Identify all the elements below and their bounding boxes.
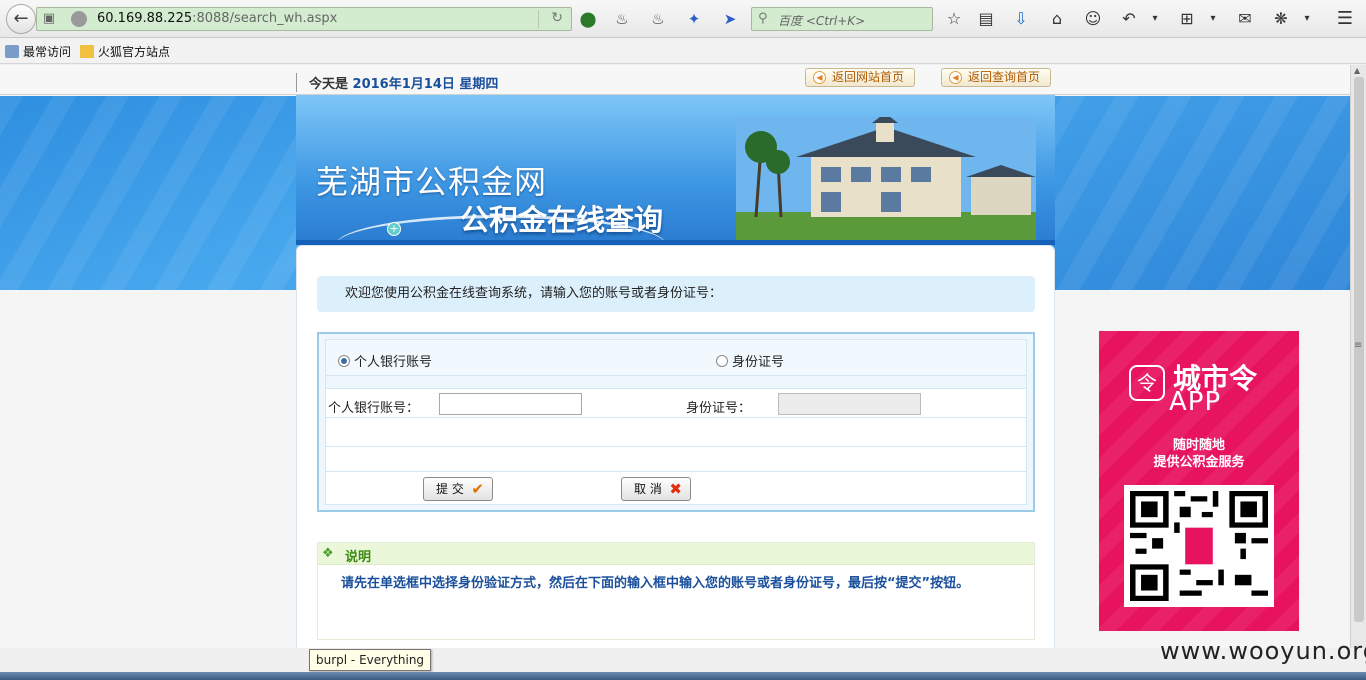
left-arrow-icon: ◀ — [949, 71, 962, 84]
plus-icon: + — [387, 222, 401, 236]
radio-bank-account[interactable]: 个人银行账号 — [338, 351, 432, 370]
vertical-scrollbar[interactable]: ▲ ≡ — [1350, 65, 1366, 648]
input-row: 个人银行账号： 身份证号： — [326, 390, 1026, 418]
speech-bubble-icon: ❖ — [322, 546, 334, 561]
search-placeholder: 百度 <Ctrl+K> — [778, 14, 866, 28]
cursor-extension-icon[interactable]: ➤ — [720, 9, 740, 29]
undo-dropdown-icon[interactable]: ▾ — [1144, 8, 1166, 30]
query-panel: 欢迎您使用公积金在线查询系统，请输入您的账号或者身份证号： 个人银行账号 身份证… — [296, 245, 1055, 648]
instructions-title: 说明 — [345, 550, 372, 565]
check-icon: ✔ — [471, 480, 484, 498]
shield-extension-icon[interactable]: ⬤ — [578, 9, 598, 29]
back-arrow-icon: ← — [13, 8, 29, 29]
folder-icon — [80, 45, 94, 58]
radio-selected-indicator[interactable] — [338, 355, 350, 367]
date-display: 今天是 2016年1月14日 星期四 — [296, 73, 498, 92]
welcome-message: 欢迎您使用公积金在线查询系统，请输入您的账号或者身份证号： — [317, 276, 1035, 312]
account-input[interactable] — [439, 393, 582, 415]
top-strip: 今天是 2016年1月14日 星期四 ◀ 返回网站首页 ◀ 返回查询首页 — [0, 65, 1350, 95]
query-form: 个人银行账号 身份证号 个人银行账号： 身份证号： 提 交 ✔ 取 消 ✖ — [317, 332, 1035, 512]
os-taskbar — [0, 672, 1366, 680]
bookmark-star-icon[interactable]: ☆ — [943, 8, 965, 30]
form-spacer-row — [326, 376, 1026, 389]
urlbar-separator — [538, 10, 539, 28]
app-promo-ad[interactable]: 令 城市令 APP 随时随地 提供公积金服务 — [1099, 331, 1299, 631]
chat-icon[interactable]: ☺ — [1082, 8, 1104, 30]
qr-code — [1124, 485, 1274, 607]
promo-app-label: APP — [1169, 387, 1222, 417]
watermark: www.wooyun.org — [1160, 637, 1366, 665]
account-label: 个人银行账号： — [328, 401, 420, 416]
palette-extension-icon[interactable]: ♨ — [612, 9, 632, 29]
bookmark-most-visited[interactable]: 最常访问 — [5, 43, 71, 60]
comment-icon[interactable]: ✉ — [1234, 8, 1256, 30]
back-to-site-home-button[interactable]: ◀ 返回网站首页 — [805, 68, 916, 87]
app-logo-icon: 令 — [1129, 365, 1165, 401]
cancel-button[interactable]: 取 消 ✖ — [621, 477, 691, 501]
bookmark-firefox-sites[interactable]: 火狐官方站点 — [80, 43, 170, 60]
undo-icon[interactable]: ↶ — [1118, 8, 1140, 30]
scroll-grip-icon: ≡ — [1354, 340, 1363, 351]
search-icon: ⚲ — [758, 11, 768, 26]
promo-slogan: 随时随地 提供公积金服务 — [1153, 438, 1245, 470]
house-illustration — [736, 117, 1036, 245]
back-to-query-home-button[interactable]: ◀ 返回查询首页 — [941, 68, 1052, 87]
reading-list-icon[interactable]: ▤ — [975, 8, 997, 30]
scroll-up-icon[interactable]: ▲ — [1354, 66, 1360, 75]
bookmark-folder-icon — [5, 45, 19, 58]
url-text[interactable]: 60.169.88.225:8088/search_wh.aspx — [97, 11, 337, 26]
submit-button[interactable]: 提 交 ✔ — [423, 477, 493, 501]
globe-icon — [71, 11, 87, 27]
bird-extension-icon[interactable]: ✦ — [684, 9, 704, 29]
bug-icon[interactable]: ❋ — [1270, 8, 1292, 30]
form-empty-row — [326, 447, 1026, 472]
id-input[interactable] — [778, 393, 921, 415]
mode-radio-row: 个人银行账号 身份证号 — [326, 340, 1026, 376]
bookmarks-bar: 最常访问 火狐官方站点 — [0, 38, 1366, 64]
page-icon: ▣ — [42, 11, 56, 26]
crop-dropdown-icon[interactable]: ▾ — [1202, 8, 1224, 30]
download-icon[interactable]: ⇩ — [1010, 8, 1032, 30]
bug-dropdown-icon[interactable]: ▾ — [1296, 8, 1318, 30]
qr-code-image — [1130, 491, 1268, 601]
taskbar-tooltip: burpl - Everything — [309, 649, 432, 671]
browser-toolbar: ← ▣ 60.169.88.225:8088/search_wh.aspx ↻ … — [0, 0, 1366, 38]
page-viewport: 今天是 2016年1月14日 星期四 ◀ 返回网站首页 ◀ 返回查询首页 芜湖市… — [0, 65, 1350, 648]
site-banner: 芜湖市公积金网 公积金在线查询 + — [296, 95, 1055, 245]
menu-icon[interactable]: ☰ — [1334, 8, 1356, 30]
reload-icon[interactable]: ↻ — [551, 10, 563, 26]
address-bar[interactable]: ▣ 60.169.88.225:8088/search_wh.aspx ↻ — [36, 7, 572, 31]
back-button[interactable]: ← — [6, 4, 36, 34]
radio-unselected-indicator[interactable] — [716, 355, 728, 367]
instructions-header: ❖ 说明 — [318, 543, 1034, 565]
home-icon[interactable]: ⌂ — [1046, 8, 1068, 30]
left-arrow-icon: ◀ — [813, 71, 826, 84]
palette2-extension-icon[interactable]: ♨ — [648, 9, 668, 29]
crop-icon[interactable]: ⊞ — [1176, 8, 1198, 30]
radio-id-number[interactable]: 身份证号 — [716, 351, 784, 370]
instructions-box: ❖ 说明 请先在单选框中选择身份验证方式，然后在下面的输入框中输入您的账号或者身… — [317, 542, 1035, 640]
id-label: 身份证号： — [686, 401, 752, 416]
search-box[interactable]: ⚲ 百度 <Ctrl+K> — [751, 7, 933, 31]
instructions-text: 请先在单选框中选择身份验证方式，然后在下面的输入框中输入您的账号或者身份证号，最… — [341, 576, 970, 591]
form-empty-row — [326, 418, 1026, 447]
cross-icon: ✖ — [669, 480, 682, 498]
form-inner: 个人银行账号 身份证号 个人银行账号： 身份证号： 提 交 ✔ 取 消 ✖ — [325, 339, 1027, 505]
